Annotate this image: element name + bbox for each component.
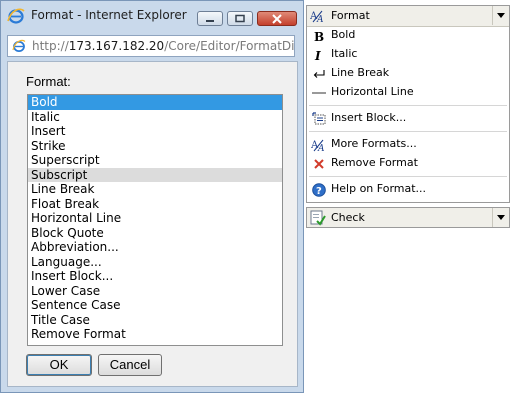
remove-format-icon — [311, 156, 327, 171]
address-bar[interactable]: http://173.167.182.20/Core/Editor/Format… — [7, 35, 295, 57]
format-dropdown-label: Format — [331, 9, 370, 22]
format-list-item[interactable]: Subscript — [28, 167, 282, 182]
format-list-item[interactable]: Language... — [28, 255, 282, 270]
menu-item-italic[interactable]: I Italic — [307, 45, 509, 64]
format-label: Format: — [26, 74, 71, 89]
format-list-item[interactable]: Bold — [28, 95, 282, 110]
bold-icon: B — [311, 28, 327, 43]
menu-item-help[interactable]: ? Help on Format... — [307, 180, 509, 199]
menu-item-insert-block[interactable]: Insert Block... — [307, 109, 509, 128]
url-host: 173.167.182.20 — [68, 39, 165, 53]
format-list-item[interactable]: Insert — [28, 124, 282, 139]
format-list-item[interactable]: Line Break — [28, 182, 282, 197]
ie-icon — [7, 8, 25, 24]
format-list-item[interactable]: Block Quote — [28, 226, 282, 241]
format-dialog-window: Format - Internet Explorer http://173.16… — [0, 0, 304, 393]
format-list-item[interactable]: Sentence Case — [28, 298, 282, 313]
chevron-down-icon — [497, 215, 505, 220]
title-bar[interactable]: Format - Internet Explorer — [1, 1, 303, 29]
url-path: /Core/Editor/FormatDialog — [164, 39, 295, 53]
close-button[interactable] — [257, 11, 297, 26]
insert-block-icon — [311, 111, 327, 126]
format-list-item[interactable]: Horizontal Line — [28, 211, 282, 226]
horizontal-line-icon — [311, 85, 327, 100]
menu-item-label: Horizontal Line — [331, 85, 414, 98]
menu-item-label: Remove Format — [331, 156, 418, 169]
help-icon: ? — [311, 182, 327, 197]
menu-item-remove-format[interactable]: Remove Format — [307, 154, 509, 173]
check-dropdown[interactable]: Check — [306, 207, 510, 228]
italic-icon: I — [311, 47, 327, 62]
format-dropdown-panel: A A Format B Bold I Italic Line Break Ho… — [306, 5, 510, 203]
address-url: http://173.167.182.20/Core/Editor/Format… — [32, 39, 295, 53]
format-list-item[interactable]: Abbreviation... — [28, 240, 282, 255]
cancel-button[interactable]: Cancel — [98, 354, 162, 376]
menu-item-label: Italic — [331, 47, 358, 60]
restore-button[interactable] — [227, 11, 253, 26]
dialog-content: Format: Bold Italic Insert Strike Superscrip… — [7, 61, 298, 387]
menu-separator — [309, 105, 507, 106]
svg-text:?: ? — [316, 186, 322, 197]
minimize-icon — [206, 19, 214, 22]
format-icon: A A — [310, 10, 324, 23]
restore-icon — [235, 14, 245, 22]
format-list-item[interactable]: Strike — [28, 139, 282, 154]
format-list-item[interactable]: Insert Block... — [28, 269, 282, 284]
menu-item-label: Insert Block... — [331, 111, 407, 124]
menu-item-label: Help on Format... — [331, 182, 427, 195]
minimize-button[interactable] — [197, 11, 223, 26]
chevron-down-icon — [497, 13, 505, 18]
format-list-item[interactable]: Superscript — [28, 153, 282, 168]
more-formats-icon: A A — [311, 137, 327, 152]
check-icon — [310, 210, 326, 226]
menu-item-bold[interactable]: B Bold — [307, 26, 509, 45]
format-list-item[interactable]: Remove Format — [28, 327, 282, 342]
format-dropdown-header[interactable]: A A Format — [307, 6, 509, 27]
ok-button[interactable]: OK — [26, 354, 92, 376]
menu-item-label: Bold — [331, 28, 356, 41]
menu-item-more-formats[interactable]: A A More Formats... — [307, 135, 509, 154]
line-break-icon — [311, 66, 327, 81]
menu-separator — [309, 176, 507, 177]
svg-text:I: I — [314, 49, 321, 61]
url-protocol: http:// — [32, 39, 69, 53]
format-list-item[interactable]: Title Case — [28, 313, 282, 328]
ie-page-icon — [12, 39, 26, 52]
format-listbox[interactable]: Bold Italic Insert Strike Superscript Subscri… — [27, 94, 283, 346]
menu-item-label: More Formats... — [331, 137, 417, 150]
menu-item-label: Line Break — [331, 66, 390, 79]
close-icon — [272, 13, 282, 24]
check-label: Check — [331, 211, 365, 224]
dropdown-arrow-button[interactable] — [492, 6, 509, 25]
format-list-item[interactable]: Italic — [28, 110, 282, 125]
svg-text:B: B — [314, 30, 324, 42]
menu-item-line-break[interactable]: Line Break — [307, 64, 509, 83]
menu-separator — [309, 131, 507, 132]
menu-item-horizontal-line[interactable]: Horizontal Line — [307, 83, 509, 102]
format-list-item[interactable]: Float Break — [28, 197, 282, 212]
window-title: Format - Internet Explorer — [31, 8, 187, 22]
check-dropdown-arrow[interactable] — [492, 208, 509, 227]
format-list-item[interactable]: Lower Case — [28, 284, 282, 299]
